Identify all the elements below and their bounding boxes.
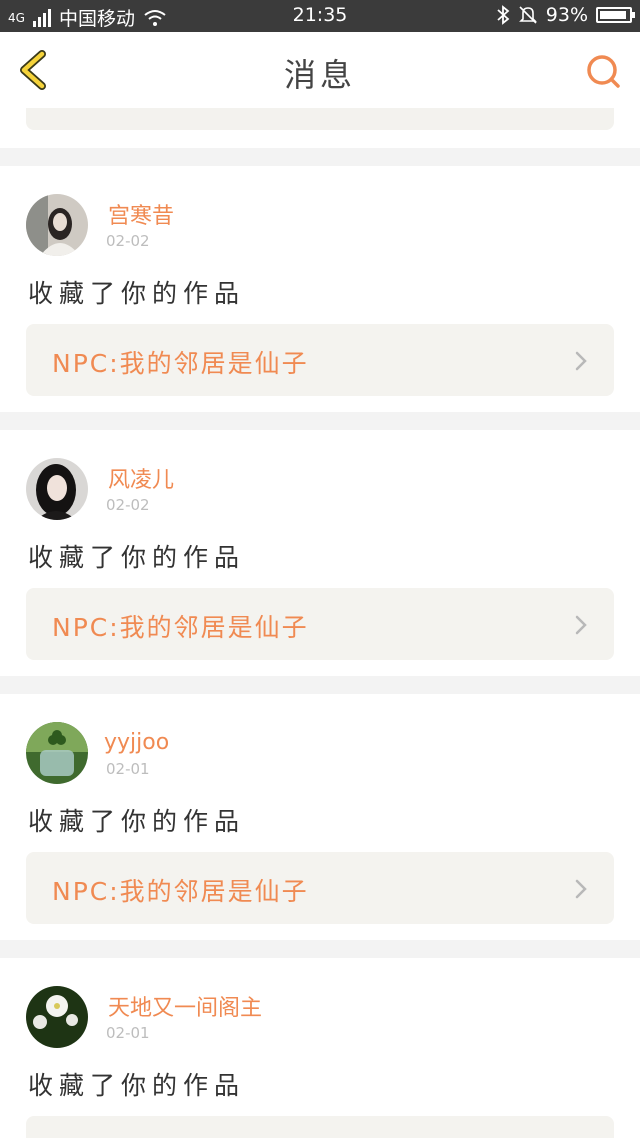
username[interactable]: yyjjoo — [104, 730, 169, 755]
username[interactable]: 天地又一间阁主 — [108, 990, 262, 1022]
page-title: 消息 — [283, 56, 356, 94]
avatar[interactable] — [26, 194, 88, 256]
action-text: 收藏了你的作品 — [28, 279, 246, 308]
avatar[interactable] — [26, 722, 88, 784]
mute-icon — [518, 6, 537, 24]
avatar[interactable] — [26, 986, 88, 1048]
header: 消息 — [0, 32, 640, 109]
battery-fill — [600, 11, 626, 19]
message-date: 02-02 — [106, 232, 150, 250]
list-item: yyjjoo 02-01 收藏了你的作品 NPC:我的邻居是仙子 — [0, 694, 640, 940]
action-text: 收藏了你的作品 — [28, 543, 246, 572]
work-title: NPC:我的邻居是仙子 — [52, 613, 309, 642]
action-text: 收藏了你的作品 — [28, 1071, 246, 1100]
previous-work-card[interactable] — [26, 108, 614, 130]
avatar[interactable] — [26, 458, 88, 520]
search-icon[interactable] — [584, 52, 622, 90]
username[interactable]: 风凌儿 — [108, 462, 174, 494]
chevron-right-icon — [575, 615, 587, 635]
username[interactable]: 宫寒昔 — [108, 198, 174, 230]
battery-icon — [596, 7, 635, 23]
status-bar: 4G 中国移动 21:35 93% — [0, 0, 640, 32]
work-card[interactable] — [26, 1116, 614, 1138]
chevron-right-icon — [575, 351, 587, 371]
work-title: NPC:我的邻居是仙子 — [52, 877, 309, 906]
message-date: 02-01 — [106, 1024, 150, 1042]
work-card[interactable]: NPC:我的邻居是仙子 — [26, 588, 614, 660]
action-text: 收藏了你的作品 — [28, 807, 246, 836]
battery-percent: 93% — [545, 4, 588, 26]
work-card[interactable]: NPC:我的邻居是仙子 — [26, 324, 614, 396]
list-item: 风凌儿 02-02 收藏了你的作品 NPC:我的邻居是仙子 — [0, 430, 640, 676]
work-card[interactable]: NPC:我的邻居是仙子 — [26, 852, 614, 924]
message-date: 02-01 — [106, 760, 150, 778]
message-date: 02-02 — [106, 496, 150, 514]
chevron-right-icon — [575, 879, 587, 899]
bluetooth-icon — [497, 5, 510, 25]
status-right: 93% — [496, 4, 635, 26]
list-item: 天地又一间阁主 02-01 收藏了你的作品 — [0, 958, 640, 1138]
work-title: NPC:我的邻居是仙子 — [52, 349, 309, 378]
list-item: 宫寒昔 02-02 收藏了你的作品 NPC:我的邻居是仙子 — [0, 166, 640, 412]
